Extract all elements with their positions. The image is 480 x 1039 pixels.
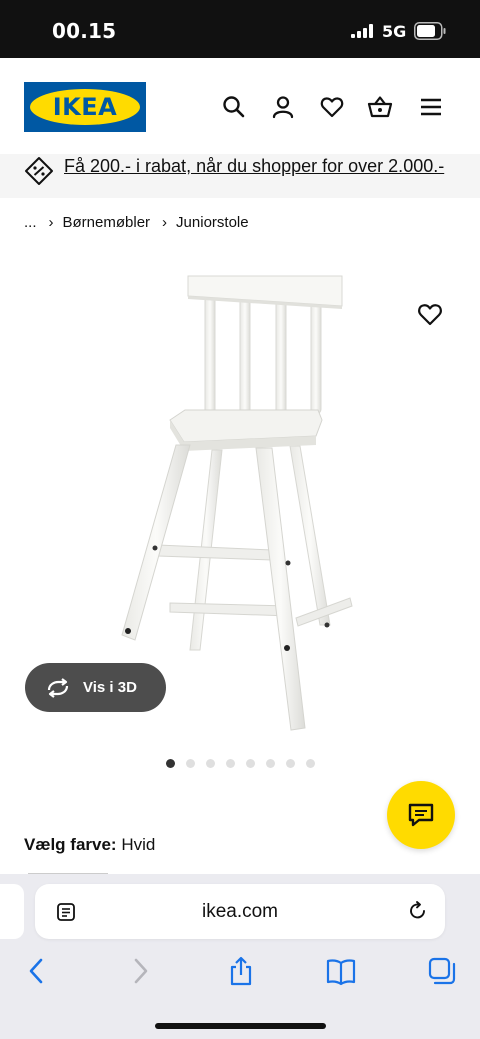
chevron-right-icon: ›	[162, 214, 168, 231]
url-text: ikea.com	[201, 901, 279, 922]
account-icon[interactable]	[270, 94, 296, 120]
add-to-favorites-icon[interactable]	[416, 300, 444, 328]
search-icon[interactable]	[221, 94, 247, 120]
home-indicator	[155, 1023, 326, 1029]
view-3d-button[interactable]: Vis i 3D	[25, 663, 166, 712]
carousel-dot[interactable]	[266, 759, 275, 768]
color-selector: Vælg farve: Hvid	[24, 835, 155, 855]
promo-link[interactable]: Få 200.- i rabat, når du shopper for ove…	[64, 156, 444, 177]
reload-icon[interactable]	[407, 900, 429, 922]
carousel-dot[interactable]	[286, 759, 295, 768]
breadcrumb-item[interactable]: Juniorstole	[176, 214, 249, 231]
previous-tab-preview[interactable]	[0, 884, 24, 939]
site-header: IKEA	[0, 58, 480, 154]
battery-icon	[414, 22, 446, 40]
color-value: Hvid	[121, 835, 156, 854]
share-icon[interactable]	[226, 956, 256, 986]
clock: 00.15	[52, 19, 117, 43]
carousel-dot[interactable]	[226, 759, 235, 768]
browser-toolbar: ikea.com	[0, 874, 480, 1039]
breadcrumb-item[interactable]: Børnemøbler	[63, 214, 151, 231]
favorites-icon[interactable]	[319, 94, 345, 120]
tabs-icon[interactable]	[427, 956, 457, 986]
breadcrumb: ... › Børnemøbler › Juniorstole	[24, 214, 249, 231]
menu-icon[interactable]	[418, 94, 444, 120]
carousel-dot[interactable]	[246, 759, 255, 768]
network-type: 5G	[382, 22, 407, 41]
cellular-signal-icon	[351, 24, 373, 38]
view-3d-label: Vis i 3D	[83, 679, 137, 696]
chat-icon	[408, 803, 434, 827]
carousel-dot[interactable]	[166, 759, 175, 768]
bookmarks-icon[interactable]	[326, 956, 356, 986]
ikea-logo[interactable]: IKEA	[24, 82, 146, 132]
carousel-dot[interactable]	[306, 759, 315, 768]
discount-tag-icon	[25, 157, 53, 185]
chevron-right-icon: ›	[48, 214, 54, 231]
forward-icon[interactable]	[125, 956, 155, 986]
image-carousel-indicator	[166, 759, 315, 768]
basket-icon[interactable]	[367, 94, 393, 120]
status-bar: 00.15 5G	[0, 0, 480, 58]
carousel-dot[interactable]	[206, 759, 215, 768]
rotate-3d-icon	[47, 677, 69, 698]
chat-button[interactable]	[387, 781, 455, 849]
breadcrumb-ellipsis[interactable]: ...	[24, 214, 37, 231]
color-label: Vælg farve:	[24, 835, 117, 854]
address-bar[interactable]: ikea.com	[35, 884, 445, 939]
back-icon[interactable]	[22, 956, 52, 986]
carousel-dot[interactable]	[186, 759, 195, 768]
promo-banner[interactable]: Få 200.- i rabat, når du shopper for ove…	[0, 154, 480, 198]
